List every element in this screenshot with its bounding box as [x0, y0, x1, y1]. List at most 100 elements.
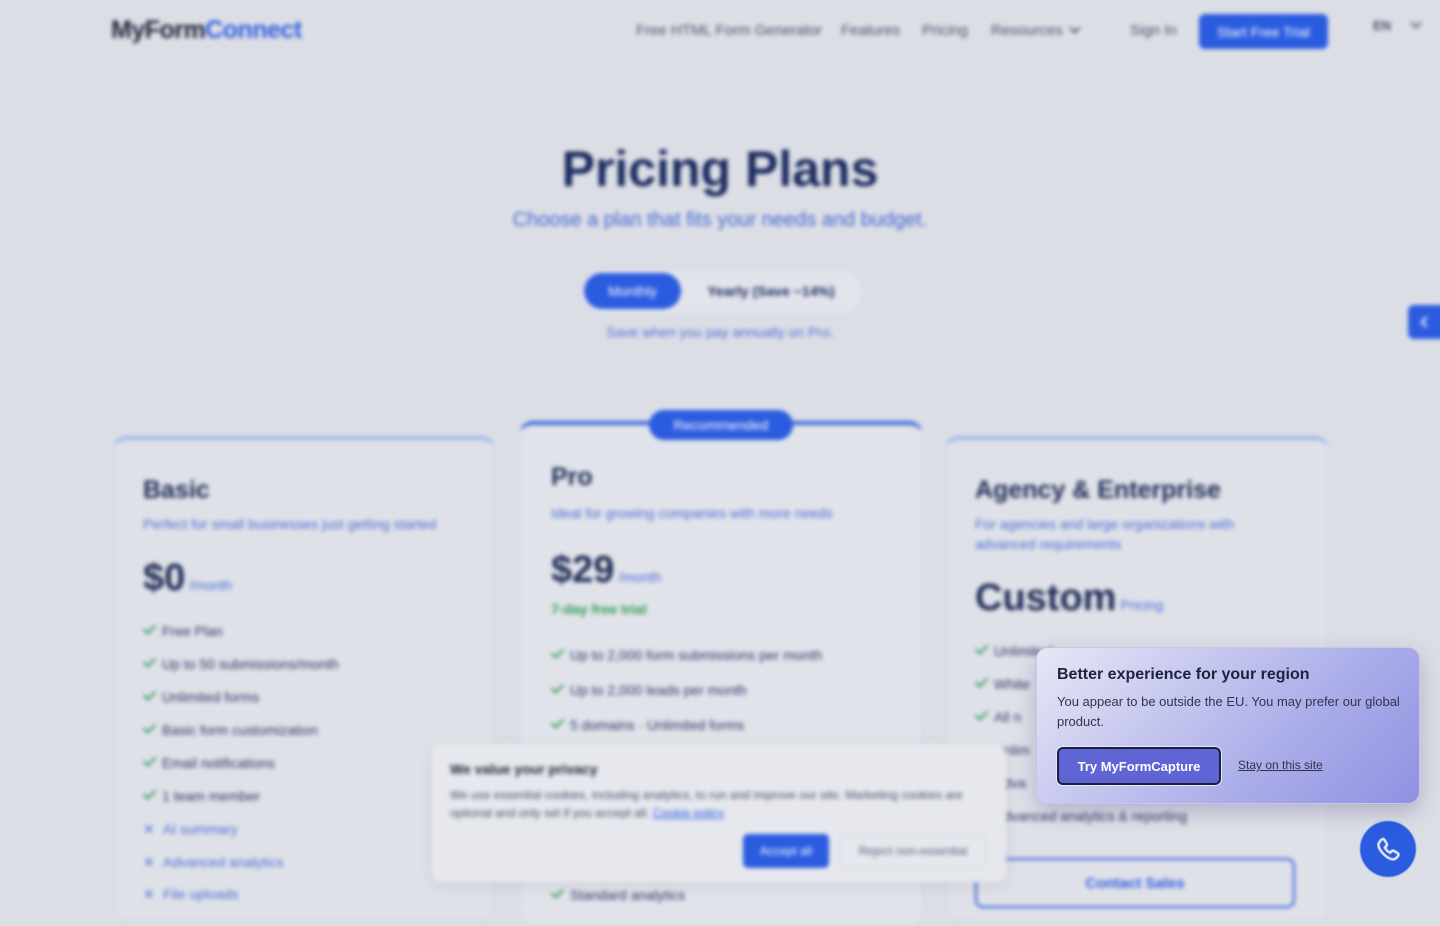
- billing-toggle: Monthly Yearly (Save ~14%): [580, 268, 864, 316]
- x-icon: ✕: [143, 821, 155, 837]
- feature-item: Free Plan: [142, 621, 223, 639]
- feature-item-excluded: ✕ AI summary: [143, 821, 238, 838]
- price-period: /month: [189, 577, 233, 593]
- plan-desc-pro: Ideal for growing companies with more ne…: [551, 505, 833, 521]
- phone-button[interactable]: [1360, 821, 1416, 877]
- recommended-badge: Recommended: [649, 410, 793, 440]
- price-value: $0: [143, 557, 186, 599]
- feature-label: Advanced analytics: [163, 854, 284, 870]
- plan-title-pro: Pro: [551, 463, 593, 491]
- price-value: $29: [551, 549, 615, 591]
- plan-price-basic: $0/month: [143, 557, 232, 600]
- feature-label: Up to 2,000 form submissions per month: [570, 647, 823, 663]
- phone-icon: [1377, 837, 1400, 861]
- logo-text-part1: MyForm: [111, 16, 206, 44]
- save-note: Save when you pay annually on Pro.: [606, 324, 834, 340]
- try-myformcapture-button[interactable]: Try MyFormCapture: [1057, 747, 1221, 785]
- toggle-yearly[interactable]: Yearly (Save ~14%): [686, 273, 856, 309]
- nav-link-features[interactable]: Features: [841, 22, 900, 39]
- feature-label: AI summary: [163, 821, 238, 837]
- trial-note: 7-day free trial: [551, 601, 647, 617]
- feature-label: 1 team member: [162, 788, 261, 804]
- feature-label: White: [994, 676, 1030, 692]
- feature-item: Advanced analytics & reporting: [974, 806, 1187, 824]
- check-icon: [142, 654, 157, 668]
- start-free-trial-button[interactable]: Start Free Trial: [1199, 14, 1328, 49]
- feature-label: Basic form customization: [162, 722, 318, 738]
- feature-item: 5 domains · Unlimited forms: [550, 715, 745, 733]
- chevron-down-icon: [1410, 17, 1422, 29]
- region-popup-title: Better experience for your region: [1057, 666, 1310, 683]
- feature-item: Basic form customization: [142, 720, 318, 738]
- check-icon: [550, 715, 565, 729]
- page-subtitle: Choose a plan that fits your needs and b…: [512, 209, 928, 231]
- feature-item: Unlimited forms: [142, 687, 260, 705]
- check-icon: [142, 786, 157, 800]
- side-tab-button[interactable]: [1408, 305, 1440, 339]
- nav-link-pricing[interactable]: Pricing: [922, 22, 968, 39]
- plan-title-enterprise: Agency & Enterprise: [975, 476, 1221, 504]
- feature-item-excluded: ✕ File uploads: [143, 886, 239, 903]
- reject-non-essential-button[interactable]: Reject non-essential: [839, 834, 987, 868]
- page-title: Pricing Plans: [561, 141, 879, 197]
- plan-title-basic: Basic: [143, 476, 210, 504]
- feature-label: Free Plan: [162, 623, 223, 639]
- price-period: Pricing: [1120, 597, 1164, 613]
- x-icon: ✕: [143, 854, 155, 870]
- plan-desc-enterprise: For agencies and large organizations wit…: [975, 516, 1235, 552]
- feature-item: Up to 2,000 form submissions per month: [550, 645, 823, 663]
- toggle-monthly[interactable]: Monthly: [584, 273, 681, 309]
- cookie-policy-link[interactable]: Cookie policy: [653, 806, 724, 820]
- check-icon: [550, 885, 565, 899]
- feature-label: Up to 50 submissions/month: [162, 656, 339, 672]
- price-value: Custom: [975, 577, 1117, 619]
- plan-desc-basic: Perfect for small businesses just gettin…: [143, 516, 437, 532]
- check-icon: [142, 621, 157, 635]
- contact-sales-button[interactable]: Contact Sales: [975, 858, 1295, 908]
- feature-item: Email notifications: [142, 753, 275, 771]
- check-icon: [142, 753, 157, 767]
- feature-label: 5 domains · Unlimited forms: [570, 717, 745, 733]
- nav-link-form-generator[interactable]: Free HTML Form Generator: [636, 22, 822, 39]
- cookie-banner: We value your privacy We use essential c…: [432, 744, 1006, 882]
- top-nav: MyFormConnect Free HTML Form Generator F…: [0, 0, 1440, 65]
- feature-label: Email notifications: [162, 755, 275, 771]
- check-icon: [974, 674, 989, 688]
- stay-on-site-link[interactable]: Stay on this site: [1238, 758, 1323, 772]
- language-selector[interactable]: EN: [1373, 18, 1391, 33]
- check-icon: [550, 645, 565, 659]
- feature-item: White: [974, 674, 1030, 692]
- feature-item: Up to 2,000 leads per month: [550, 680, 747, 698]
- feature-label: Advanced analytics & reporting: [994, 808, 1187, 824]
- plan-price-enterprise: Custom Pricing: [975, 577, 1163, 620]
- feature-item: Standard analytics: [550, 885, 686, 903]
- logo-text-part2: Connect: [205, 16, 302, 44]
- feature-label: All n: [994, 709, 1022, 725]
- check-icon: [974, 641, 989, 655]
- feature-item: 1 team member: [142, 786, 261, 804]
- region-popup: Better experience for your region You ap…: [1036, 647, 1420, 804]
- price-period: /month: [618, 569, 662, 585]
- feature-item: Up to 50 submissions/month: [142, 654, 339, 672]
- feature-label: Standard analytics: [570, 887, 686, 903]
- feature-label: Up to 2,000 leads per month: [570, 682, 747, 698]
- nav-link-resources-label: Resources: [991, 22, 1063, 39]
- sign-in-link[interactable]: Sign In: [1130, 22, 1177, 39]
- check-icon: [142, 687, 157, 701]
- logo[interactable]: MyFormConnect: [111, 16, 302, 45]
- accept-all-button[interactable]: Accept all: [743, 834, 829, 868]
- feature-item: All n: [974, 707, 1022, 725]
- feature-item-excluded: ✕ Advanced analytics: [143, 854, 284, 871]
- region-popup-body: You appear to be outside the EU. You may…: [1057, 694, 1400, 729]
- feature-label: Unlimited forms: [162, 689, 260, 705]
- check-icon: [142, 720, 157, 734]
- cookie-title: We value your privacy: [450, 761, 598, 777]
- check-icon: [974, 707, 989, 721]
- chevron-left-icon: [1420, 316, 1432, 328]
- cookie-body: We use essential cookies, including anal…: [450, 786, 980, 822]
- chevron-down-icon: [1069, 22, 1081, 34]
- plan-price-pro: $29/month: [551, 549, 661, 592]
- x-icon: ✕: [143, 886, 155, 902]
- check-icon: [550, 680, 565, 694]
- nav-link-resources[interactable]: Resources: [991, 22, 1081, 39]
